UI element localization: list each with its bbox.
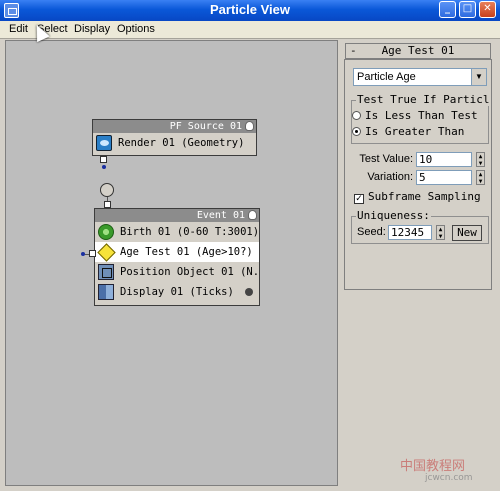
output-socket[interactable] [100, 156, 107, 163]
render-icon [96, 135, 112, 151]
pf-source-node[interactable]: PF Source 01 Render 01 (Geometry) [92, 119, 257, 156]
seed-input[interactable]: 12345 [388, 225, 432, 240]
subframe-sampling-label: Subframe Sampling [368, 190, 481, 203]
pf-source-title-bar[interactable]: PF Source 01 [93, 120, 256, 133]
watermark-url: jcwcn.com [425, 473, 473, 483]
variation-label: Variation: [367, 171, 413, 183]
collapse-toggle[interactable]: - [350, 44, 357, 58]
radio-selected-icon[interactable] [352, 127, 361, 136]
bulb-icon[interactable] [248, 210, 257, 220]
operator-display[interactable]: Display 01 (Ticks) [95, 282, 259, 302]
close-button[interactable]: ✕ [479, 1, 496, 18]
uniqueness-label: Uniqueness: [356, 209, 431, 222]
parameters-panel: - Age Test 01 Particle Age ▼ Test True I… [343, 40, 495, 486]
event-title-bar[interactable]: Event 01 [95, 209, 259, 222]
operator-label: Position Object 01 (N... [120, 266, 259, 278]
menu-display[interactable]: Display [74, 23, 110, 35]
test-type-dropdown[interactable]: Particle Age ▼ [353, 68, 487, 86]
wire-endpoint [81, 252, 85, 256]
seed-label: Seed: [357, 226, 386, 238]
rollout-header[interactable]: - Age Test 01 [345, 43, 491, 59]
position-object-icon [98, 264, 114, 280]
bulb-icon[interactable] [245, 121, 254, 131]
operator-label: Render 01 (Geometry) [118, 137, 245, 149]
new-seed-button[interactable]: New [452, 225, 482, 241]
test-value-spinner[interactable]: ▲ ▼ [476, 152, 485, 167]
wire-endpoint [102, 165, 106, 169]
subframe-sampling-checkbox[interactable]: ✓ Subframe Sampling [354, 190, 481, 204]
test-value-input[interactable]: 10 [416, 152, 472, 167]
particle-diagram-canvas[interactable]: PF Source 01 Render 01 (Geometry) Event … [5, 40, 338, 486]
menu-edit[interactable]: Edit [9, 23, 28, 35]
variation-spinner[interactable]: ▲ ▼ [476, 170, 485, 185]
event-node[interactable]: Event 01 Birth 01 (0-60 T:3001) Age Test… [94, 208, 260, 306]
seed-spinner[interactable]: ▲ ▼ [436, 225, 445, 240]
radio-icon[interactable] [352, 111, 361, 120]
minimize-button[interactable]: _ [439, 1, 456, 18]
variation-input[interactable]: 5 [416, 170, 472, 185]
chevron-down-icon[interactable]: ▼ [471, 69, 486, 85]
pf-source-title: PF Source 01 [169, 121, 242, 132]
operator-position-object[interactable]: Position Object 01 (N... [95, 262, 259, 282]
operator-label: Birth 01 (0-60 T:3001) [120, 226, 259, 238]
operator-render[interactable]: Render 01 (Geometry) [93, 133, 256, 153]
rollout-title: Age Test 01 [381, 44, 455, 57]
operator-label: Display 01 (Ticks) [120, 286, 234, 298]
radio-greater-than[interactable]: Is Greater Than [352, 125, 464, 138]
input-socket[interactable] [104, 201, 111, 208]
checkmark-icon[interactable]: ✓ [354, 194, 364, 204]
radio-less-label: Is Less Than Test [365, 109, 478, 122]
display-icon [98, 284, 114, 300]
display-color-dot[interactable] [245, 288, 253, 296]
event-title: Event 01 [196, 210, 245, 221]
age-test-icon [97, 243, 116, 262]
operator-birth[interactable]: Birth 01 (0-60 T:3001) [95, 222, 259, 242]
birth-icon [98, 224, 114, 240]
radio-less-than[interactable]: Is Less Than Test [352, 109, 478, 122]
input-socket-circle[interactable] [100, 183, 114, 197]
test-condition-label: Test True If Particl [356, 93, 491, 106]
operator-age-test[interactable]: Age Test 01 (Age>10?) [95, 242, 259, 262]
menu-options[interactable]: Options [117, 23, 155, 35]
watermark-text: 中国教程网 [400, 459, 466, 474]
test-type-value: Particle Age [357, 71, 416, 83]
radio-greater-label: Is Greater Than [365, 125, 465, 138]
test-output-socket[interactable] [89, 250, 96, 257]
title-bar: Particle View _ □ ✕ [0, 0, 500, 21]
window-title: Particle View [210, 2, 290, 17]
maximize-button[interactable]: □ [459, 1, 476, 18]
operator-label: Age Test 01 (Age>10?) [120, 246, 253, 258]
test-value-label: Test Value: [359, 153, 413, 165]
menu-bar: Edit Select Display Options [0, 21, 500, 39]
